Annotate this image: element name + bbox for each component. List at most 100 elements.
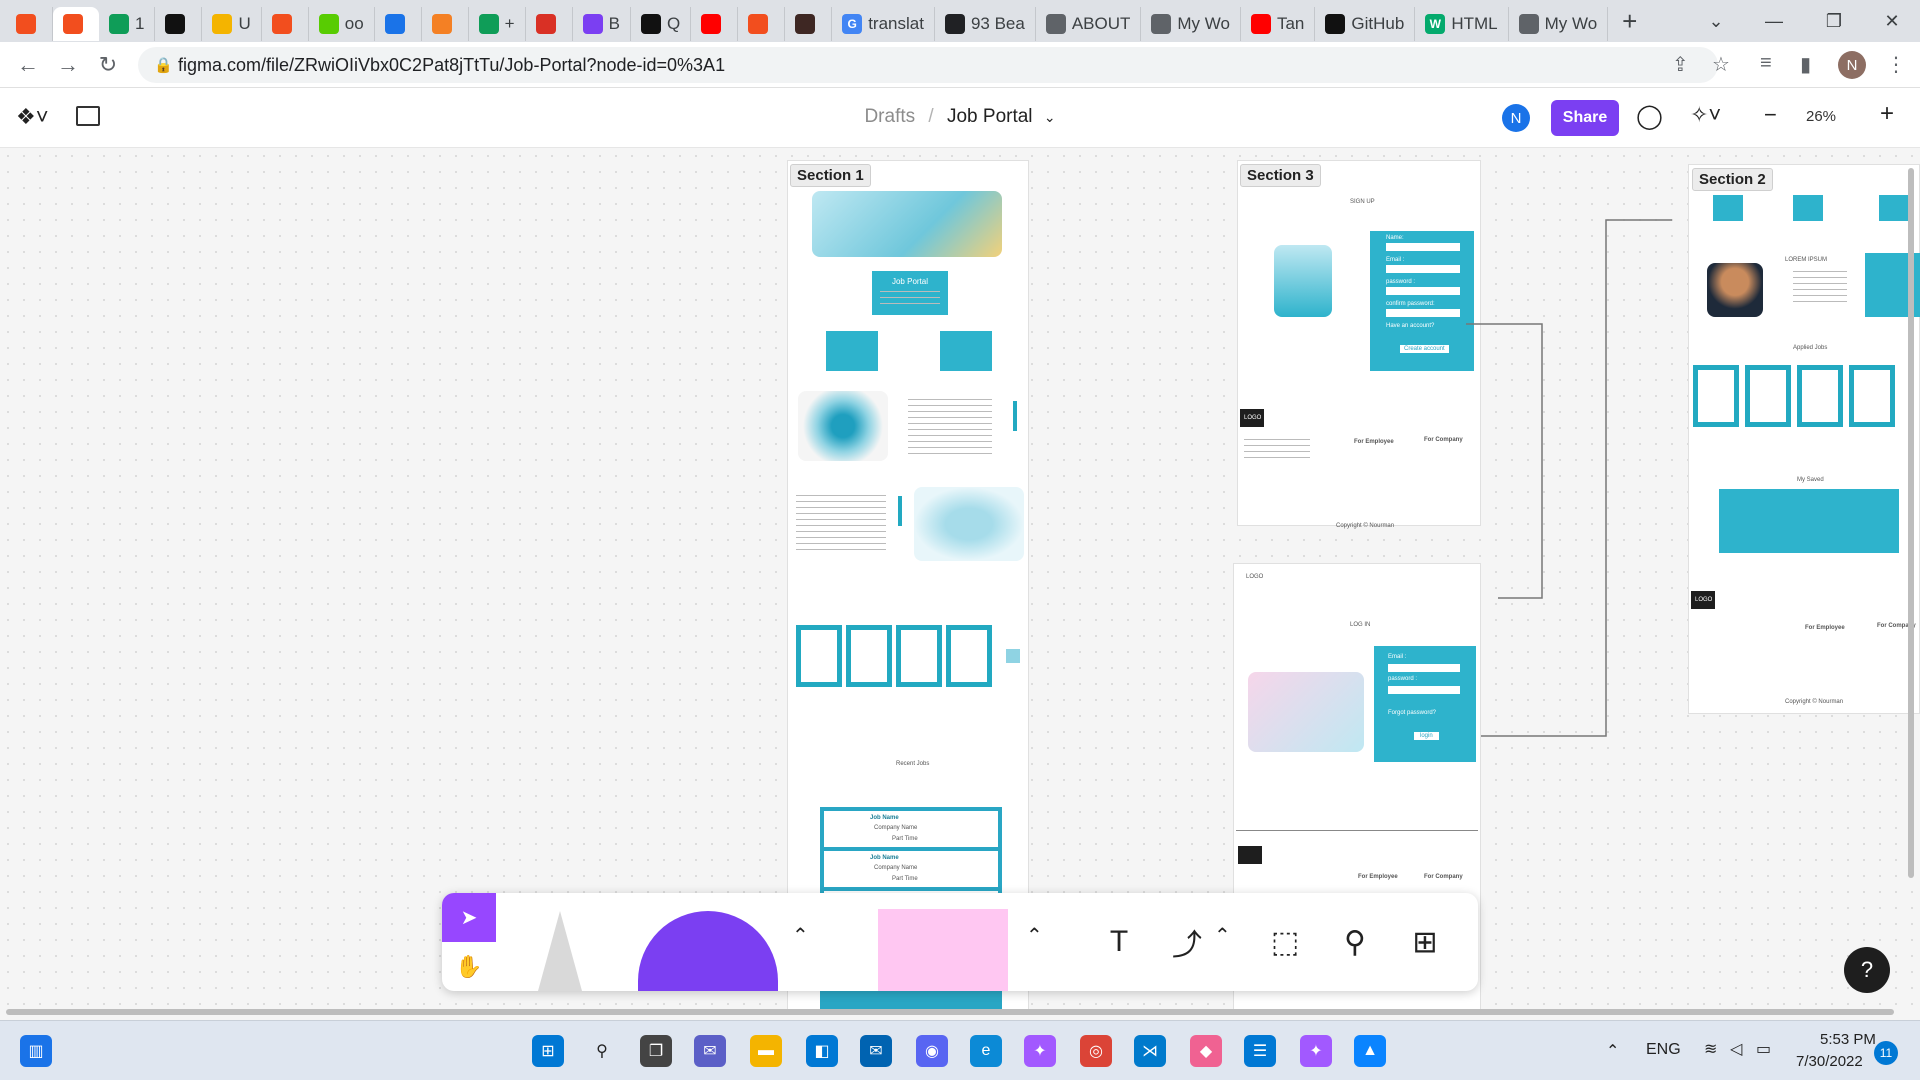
browser-tab[interactable]: U xyxy=(202,7,262,41)
section-tool-icon[interactable]: ⬚ xyxy=(1258,917,1312,967)
chevron-up-icon[interactable]: ⌃ xyxy=(1214,923,1231,948)
sidebar-icon[interactable]: ▮ xyxy=(1800,52,1811,77)
browser-tab[interactable]: My Wo xyxy=(1141,7,1241,41)
photos-icon[interactable]: ▲ xyxy=(1354,1035,1386,1067)
profile-text xyxy=(1793,271,1847,307)
browser-tab[interactable] xyxy=(785,7,833,41)
figma-canvas[interactable]: Job Portal Recent Jobs Job Name Company … xyxy=(0,148,1920,1012)
file-name[interactable]: Job Portal xyxy=(947,106,1033,127)
move-tool[interactable]: ➤ xyxy=(442,893,496,942)
tray-chevron-up-icon[interactable]: ⌃ xyxy=(1606,1041,1619,1061)
url-field[interactable]: 🔒 figma.com/file/ZRwiOIiVbx0C2Pat8jTtTu/… xyxy=(138,47,1718,83)
store-icon[interactable]: ◧ xyxy=(806,1035,838,1067)
stamp-tool-icon[interactable]: ⚲ xyxy=(1328,917,1382,967)
start-icon[interactable]: ⊞ xyxy=(532,1035,564,1067)
tab-title: 1 xyxy=(135,14,145,33)
shape-tool[interactable] xyxy=(638,911,778,991)
section2-label[interactable]: Section 2 xyxy=(1692,168,1773,191)
close-window-button[interactable]: ✕ xyxy=(1864,0,1920,42)
battery-icon[interactable]: ▭ xyxy=(1756,1039,1771,1059)
back-button[interactable]: ← xyxy=(8,52,48,78)
volume-icon[interactable]: ◁ xyxy=(1730,1039,1742,1059)
share-button[interactable]: Share xyxy=(1551,100,1619,136)
tab-title: Q xyxy=(666,14,681,33)
discord-icon[interactable]: ◉ xyxy=(916,1035,948,1067)
figma-app-icon[interactable]: ✦ xyxy=(1300,1035,1332,1067)
browser-tab[interactable]: GitHub xyxy=(1315,7,1416,41)
zoom-out-icon[interactable]: − xyxy=(1764,102,1777,128)
hand-tool-icon[interactable]: ✋ xyxy=(442,942,496,991)
widgets-tool-icon[interactable]: ⊞ xyxy=(1398,917,1452,967)
user-avatar[interactable]: N xyxy=(1502,104,1530,132)
browser-tab[interactable]: + xyxy=(469,7,526,41)
media-icon[interactable]: ≡ xyxy=(1760,52,1772,75)
browser-tab[interactable]: ABOUT xyxy=(1036,7,1142,41)
language-indicator[interactable]: ENG xyxy=(1646,1041,1681,1059)
browser-tab[interactable] xyxy=(262,7,309,41)
figma-app-icon[interactable]: ✦ xyxy=(1024,1035,1056,1067)
browser-tab[interactable]: 1 xyxy=(99,7,156,41)
wifi-icon[interactable]: ≋ xyxy=(1704,1039,1717,1059)
widgets-icon[interactable]: ▥ xyxy=(20,1035,52,1067)
new-tab-button[interactable]: + xyxy=(1622,6,1637,37)
task-view-icon[interactable]: ❐ xyxy=(640,1035,672,1067)
chrome-icon[interactable]: ◎ xyxy=(1080,1035,1112,1067)
browser-tab[interactable] xyxy=(375,7,422,41)
browser-tab[interactable] xyxy=(738,7,786,41)
browser-tab[interactable]: oo xyxy=(309,7,375,41)
tab-favicon-icon xyxy=(748,14,769,34)
file-explorer-icon[interactable]: ▬ xyxy=(750,1035,782,1067)
maximize-button[interactable]: ❐ xyxy=(1806,0,1862,42)
connector-tool-icon[interactable]: ⤴ xyxy=(1160,917,1214,967)
pen-tool[interactable] xyxy=(538,911,582,991)
browser-tab[interactable]: Gtranslat xyxy=(832,7,935,41)
browser-menu-icon[interactable]: ⋮ xyxy=(1886,52,1906,77)
browser-tab[interactable] xyxy=(422,7,469,41)
comment-icon[interactable]: ◯ xyxy=(1636,102,1663,131)
section2-frame[interactable]: LOREM IPSUM Applied Jobs My Saved LOGO F… xyxy=(1688,164,1920,714)
zoom-level[interactable]: 26% xyxy=(1806,108,1836,125)
share-page-icon[interactable]: ⇪ xyxy=(1672,52,1689,77)
browser-tab[interactable]: B xyxy=(573,7,631,41)
browser-tab[interactable] xyxy=(691,7,739,41)
tab-list: 1 Uoo + B Q Gtranslat 93 Bea ABOUT My Wo Tan GitHu… xyxy=(6,1,1609,41)
chevron-down-icon[interactable]: ⌄ xyxy=(1044,109,1056,125)
browser-tab[interactable] xyxy=(155,7,203,41)
edge-icon[interactable]: e xyxy=(970,1035,1002,1067)
chat-icon[interactable]: ✉ xyxy=(694,1035,726,1067)
notepad-icon[interactable]: ☰ xyxy=(1244,1035,1276,1067)
clock-time[interactable]: 5:53 PM xyxy=(1820,1031,1876,1048)
horizontal-scrollbar[interactable] xyxy=(6,1009,1894,1015)
profile-avatar[interactable]: N xyxy=(1838,51,1866,79)
breadcrumb-drafts[interactable]: Drafts xyxy=(864,106,915,127)
reload-button[interactable]: ↻ xyxy=(88,52,128,78)
browser-tab[interactable]: 93 Bea xyxy=(935,7,1036,41)
forward-button[interactable]: → xyxy=(48,52,88,78)
section2-copyright: Copyright © Nourman xyxy=(1785,699,1844,705)
browser-tab[interactable] xyxy=(6,7,53,41)
mail-icon[interactable]: ✉ xyxy=(860,1035,892,1067)
browser-tab[interactable] xyxy=(526,7,573,41)
browser-tab[interactable]: Q xyxy=(631,7,692,41)
browser-tab[interactable]: Tan xyxy=(1241,7,1316,41)
chevron-up-icon[interactable]: ⌃ xyxy=(1026,923,1043,948)
bookmark-star-icon[interactable]: ☆ xyxy=(1712,52,1730,77)
app-icon[interactable]: ◆ xyxy=(1190,1035,1222,1067)
clock-date[interactable]: 7/30/2022 xyxy=(1796,1053,1863,1070)
tab-favicon-icon xyxy=(795,14,816,34)
search-icon[interactable]: ⚲ xyxy=(586,1035,618,1067)
sticky-note-tool[interactable] xyxy=(878,909,1008,991)
minimize-button[interactable]: — xyxy=(1746,0,1802,42)
ai-sparkle-icon[interactable]: ✧˅ xyxy=(1690,102,1721,128)
help-button[interactable]: ? xyxy=(1844,947,1890,993)
vscode-icon[interactable]: ⋊ xyxy=(1134,1035,1166,1067)
notification-badge[interactable]: 11 xyxy=(1874,1041,1898,1065)
chevron-up-icon[interactable]: ⌃ xyxy=(792,923,809,948)
zoom-in-icon[interactable]: + xyxy=(1880,100,1894,128)
tab-search-icon[interactable]: ⌄ xyxy=(1688,0,1744,42)
vertical-scrollbar[interactable] xyxy=(1908,168,1914,878)
browser-tab[interactable] xyxy=(53,7,99,41)
browser-tab[interactable]: W HTML xyxy=(1415,7,1509,41)
text-tool-icon[interactable]: T xyxy=(1092,917,1146,967)
browser-tab[interactable]: My Wo xyxy=(1509,7,1609,41)
